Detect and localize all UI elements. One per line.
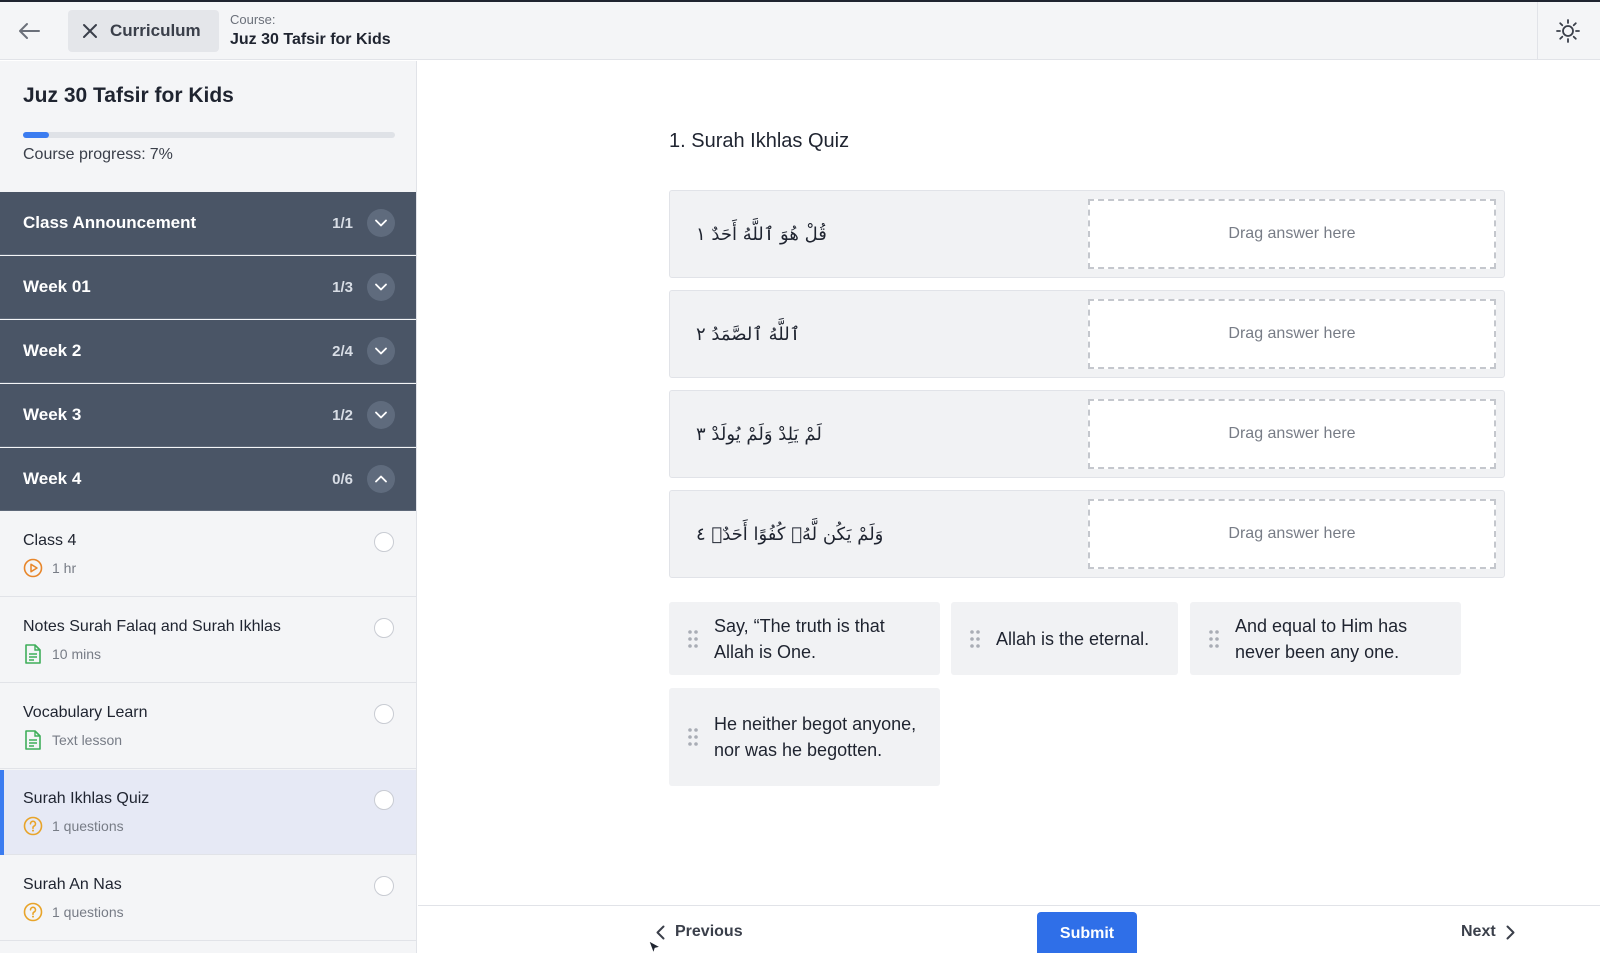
lesson-meta: 10 mins [52, 646, 102, 662]
section-count: 1/1 [332, 214, 353, 232]
course-name: Juz 30 Tafsir for Kids [230, 31, 391, 48]
course-progress-text: Course progress: 7% [23, 146, 173, 164]
theme-toggle-button[interactable] [1553, 16, 1583, 46]
chevron-down-icon[interactable] [367, 209, 395, 237]
lesson-complete-radio[interactable] [374, 876, 394, 896]
answer-drop-zone[interactable]: Drag answer here [1088, 399, 1496, 469]
lesson-complete-radio[interactable] [374, 618, 394, 638]
section-title: Week 3 [23, 405, 82, 424]
question-icon [23, 816, 43, 836]
answer-chip[interactable]: Say, “The truth is that Allah is One. [669, 602, 940, 675]
mouse-cursor-icon [648, 940, 662, 953]
previous-button[interactable]: Previous [656, 923, 743, 941]
lesson-meta: 1 questions [52, 818, 124, 834]
sidebar-course-title: Juz 30 Tafsir for Kids [23, 84, 234, 107]
close-icon [83, 24, 97, 38]
answer-drop-zone[interactable]: Drag answer here [1088, 299, 1496, 369]
section-class-announcement[interactable]: Class Announcement 1/1 [0, 192, 416, 255]
bottom-nav-bar [418, 905, 1600, 953]
section-count: 1/2 [332, 406, 353, 424]
lesson-title: Vocabulary Learn [23, 704, 148, 721]
section-title: Week 4 [23, 469, 82, 488]
quiz-title: 1. Surah Ikhlas Quiz [669, 130, 850, 152]
drag-handle-icon[interactable] [1208, 629, 1220, 649]
chevron-down-icon[interactable] [367, 273, 395, 301]
section-week-4[interactable]: Week 4 0/6 [0, 448, 416, 511]
top-bar: Curriculum Course: Juz 30 Tafsir for Kid… [0, 2, 1600, 60]
answer-text: Allah is the eternal. [996, 628, 1150, 649]
lesson-complete-radio[interactable] [374, 532, 394, 552]
section-count: 2/4 [332, 342, 353, 360]
match-row: ٱللَّهُ ٱلصَّمَدُ ٢ Drag answer here [669, 290, 1505, 378]
answer-text: He neither begot anyone, nor was he bego… [714, 714, 917, 760]
lesson-title: Class 4 [23, 532, 77, 549]
lesson-notes-surah-falaq[interactable]: Notes Surah Falaq and Surah Ikhlas 10 mi… [0, 598, 416, 683]
active-indicator [0, 770, 4, 855]
lesson-title: Surah An Nas [23, 876, 122, 893]
verse-text: ٱللَّهُ ٱلصَّمَدُ ٢ [696, 323, 801, 345]
section-week-01[interactable]: Week 01 1/3 [0, 256, 416, 319]
verse-text: لَمْ يَلِدْ وَلَمْ يُولَدْ ٣ [696, 423, 822, 445]
chevron-right-icon [1506, 925, 1515, 939]
lesson-meta: Text lesson [52, 732, 123, 748]
lesson-meta: 1 hr [52, 560, 77, 576]
section-week-3[interactable]: Week 3 1/2 [0, 384, 416, 447]
lesson-title: Notes Surah Falaq and Surah Ikhlas [23, 618, 281, 635]
verse-text: قُلْ هُوَ ٱللَّهُ أَحَدٌ ١ [696, 223, 827, 245]
section-title: Class Announcement [23, 213, 197, 232]
answer-chip[interactable]: Allah is the eternal. [951, 602, 1178, 675]
course-progress-fill [23, 132, 50, 138]
submit-button[interactable]: Submit [1037, 912, 1137, 953]
lesson-meta: 1 questions [52, 904, 124, 920]
answer-text: Say, “The truth is that Allah is One. [714, 615, 885, 662]
curriculum-button[interactable]: Curriculum [68, 10, 219, 52]
next-button[interactable]: Next [1461, 923, 1515, 941]
section-week-2[interactable]: Week 2 2/4 [0, 320, 416, 383]
lesson-title: Surah Ikhlas Quiz [23, 790, 150, 807]
lesson-surah-ikhlas-quiz[interactable]: Surah Ikhlas Quiz 1 questions [0, 770, 416, 855]
answer-chip[interactable]: And equal to Him has never been any one. [1190, 602, 1461, 675]
divider [1537, 2, 1538, 60]
back-button[interactable] [12, 14, 46, 48]
sun-icon [1556, 19, 1580, 43]
lesson-surah-an-nas[interactable]: Surah An Nas 1 questions [0, 856, 416, 941]
chevron-up-icon[interactable] [367, 465, 395, 493]
lesson-complete-radio[interactable] [374, 704, 394, 724]
previous-label: Previous [675, 923, 743, 940]
lesson-complete-radio[interactable] [374, 790, 394, 810]
lesson-vocabulary-learn[interactable]: Vocabulary Learn Text lesson [0, 684, 416, 769]
drag-handle-icon[interactable] [969, 629, 981, 649]
verse-text: وَلَمْ يَكُن لَّهُۥ كُفُوًا أَحَدٌۢ ٤ [696, 523, 884, 545]
chevron-down-icon[interactable] [367, 337, 395, 365]
match-row: لَمْ يَلِدْ وَلَمْ يُولَدْ ٣ Drag answer… [669, 390, 1505, 478]
match-row: قُلْ هُوَ ٱللَّهُ أَحَدٌ ١ Drag answer h… [669, 190, 1505, 278]
drag-handle-icon[interactable] [687, 629, 699, 649]
course-progress-bar [23, 132, 395, 138]
match-row: وَلَمْ يَكُن لَّهُۥ كُفُوًا أَحَدٌۢ ٤ Dr… [669, 490, 1505, 578]
document-icon [23, 644, 43, 664]
chevron-down-icon[interactable] [367, 401, 395, 429]
drag-handle-icon[interactable] [687, 727, 699, 747]
answer-text: And equal to Him has never been any one. [1235, 615, 1408, 662]
answer-drop-zone[interactable]: Drag answer here [1088, 199, 1496, 269]
video-icon [23, 558, 43, 578]
progress-label: Course progress: [23, 146, 146, 163]
next-label: Next [1461, 923, 1496, 940]
answer-chip[interactable]: He neither begot anyone, nor was he bego… [669, 688, 940, 786]
section-count: 1/3 [332, 278, 353, 296]
section-title: Week 01 [23, 277, 91, 296]
curriculum-sidebar: Juz 30 Tafsir for Kids Course progress: 7… [0, 61, 417, 953]
answer-drop-zone[interactable]: Drag answer here [1088, 499, 1496, 569]
section-count: 0/6 [332, 470, 353, 488]
arrow-left-icon [19, 23, 40, 39]
curriculum-label: Curriculum [110, 21, 201, 40]
document-icon [23, 730, 43, 750]
section-title: Week 2 [23, 341, 82, 360]
course-label: Course: [230, 12, 276, 27]
question-icon [23, 902, 43, 922]
chevron-left-icon [656, 925, 665, 939]
lesson-class-4[interactable]: Class 4 1 hr [0, 512, 416, 597]
progress-value: 7% [149, 146, 173, 163]
